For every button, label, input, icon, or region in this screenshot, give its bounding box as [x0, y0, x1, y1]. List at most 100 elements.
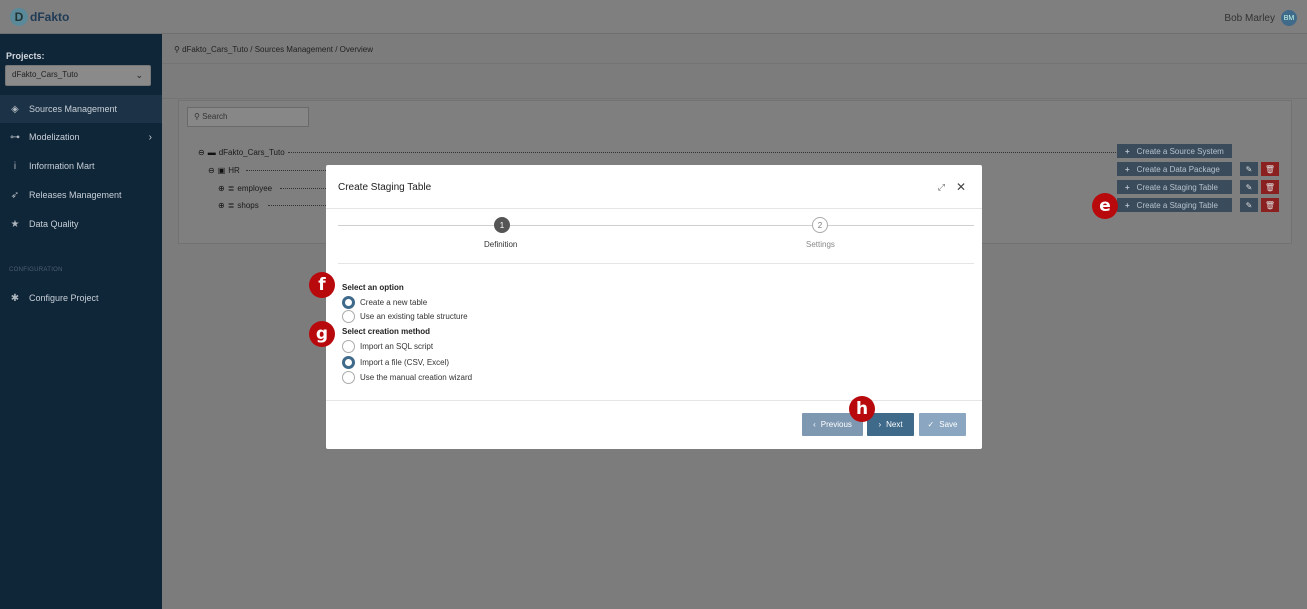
option-create-new-table[interactable]: Create a new table — [342, 296, 427, 309]
tree-node-package[interactable]: ⊖ ▣ HR — [208, 163, 240, 177]
divider — [326, 400, 982, 401]
top-bar: D dFakto Bob Marley BM — [0, 0, 1307, 34]
logo-mark-icon: D — [10, 8, 28, 26]
chevron-left-icon: ‹ — [813, 420, 816, 429]
tree-dotted-line — [280, 188, 326, 189]
button-label: Create a Staging Table — [1136, 182, 1218, 192]
radio-button[interactable] — [342, 371, 355, 384]
delete-button[interactable]: 🗑 — [1261, 162, 1279, 176]
search-icon: ⚲ — [194, 112, 200, 121]
radio-button-checked[interactable] — [342, 356, 355, 369]
radio-label: Create a new table — [360, 298, 428, 307]
sidebar-item-label: Modelization — [29, 132, 80, 142]
tree-dotted-line — [268, 205, 326, 206]
button-label: Previous — [820, 420, 852, 429]
step-1-indicator[interactable]: 1 — [494, 217, 510, 233]
chevron-right-icon: › — [878, 420, 882, 429]
tree-dotted-line — [288, 152, 1116, 153]
tree-node-label: dFakto_Cars_Tuto — [218, 147, 285, 157]
database-icon: ≣ — [227, 200, 235, 210]
sidebar-item-modelization[interactable]: ⊶ Modelization › — [0, 123, 162, 151]
tree-node-table[interactable]: ⊕ ≣ shops — [218, 198, 259, 212]
sidebar-item-configure-project[interactable]: ✱ Configure Project — [0, 284, 162, 312]
chevron-down-icon: ⌄ — [135, 70, 143, 80]
user-menu[interactable]: Bob Marley BM — [1224, 10, 1297, 26]
next-button[interactable]: › Next — [867, 413, 914, 436]
tree-node-label: shops — [237, 200, 259, 210]
info-icon: i — [13, 160, 17, 172]
plus-icon: + — [1125, 146, 1130, 156]
breadcrumb: ⚲ dFakto_Cars_Tuto / Sources Management … — [174, 45, 373, 54]
tree-node-label: employee — [237, 183, 273, 193]
chevron-right-icon: › — [148, 131, 152, 143]
method-import-sql[interactable]: Import an SQL script — [342, 340, 433, 353]
edit-icon: ✎ — [1245, 200, 1253, 210]
create-staging-table-button[interactable]: + Create a Staging Table — [1117, 180, 1232, 194]
save-button[interactable]: ✓ Save — [919, 413, 966, 436]
edit-icon: ✎ — [1245, 164, 1253, 174]
edit-button[interactable]: ✎ — [1240, 180, 1258, 194]
divider — [326, 208, 982, 209]
logo-text: dFakto — [30, 10, 70, 24]
folder-icon: ▬ — [207, 147, 216, 157]
step-1-label: Definition — [484, 240, 518, 249]
expand-icon[interactable]: ⊕ — [218, 201, 225, 210]
close-icon[interactable]: ✕ — [956, 180, 966, 194]
rocket-icon: ➶ — [10, 189, 20, 201]
sidebar-item-label: Sources Management — [29, 104, 118, 114]
sidebar-item-information-mart[interactable]: i Information Mart — [0, 152, 162, 180]
package-icon: ▣ — [217, 165, 226, 175]
sidebar-item-label: Data Quality — [29, 219, 79, 229]
sidebar-item-label: Configure Project — [29, 293, 99, 303]
radio-button[interactable] — [342, 340, 355, 353]
creation-method-title: Select creation method — [342, 327, 431, 336]
trash-icon: 🗑 — [1264, 164, 1276, 174]
breadcrumb-text[interactable]: dFakto_Cars_Tuto / Sources Management / … — [182, 45, 373, 54]
plus-icon: + — [1125, 182, 1130, 192]
project-select[interactable]: dFakto_Cars_Tuto ⌄ — [5, 65, 151, 86]
trash-icon: 🗑 — [1264, 182, 1276, 192]
search-input[interactable]: ⚲ Search — [187, 107, 309, 127]
callout-marker-f: f — [309, 272, 335, 298]
step-2-indicator[interactable]: 2 — [812, 217, 828, 233]
expand-icon[interactable]: ⊕ — [218, 184, 225, 193]
check-icon: ✓ — [927, 420, 935, 429]
expand-icon[interactable]: ⤢ — [938, 182, 945, 193]
edit-button[interactable]: ✎ — [1240, 198, 1258, 212]
database-icon: ≣ — [227, 183, 235, 193]
radio-button[interactable] — [342, 310, 355, 323]
button-label: Next — [886, 420, 903, 429]
sidebar-item-sources-management[interactable]: ◈ Sources Management — [0, 95, 162, 123]
projects-label: Projects: — [6, 51, 45, 61]
method-manual-wizard[interactable]: Use the manual creation wizard — [342, 371, 472, 384]
project-select-value: dFakto_Cars_Tuto — [12, 70, 78, 79]
button-label: Save — [939, 420, 958, 429]
create-source-system-button[interactable]: + Create a Source System — [1117, 144, 1232, 158]
delete-button[interactable]: 🗑 — [1261, 198, 1279, 212]
method-import-file[interactable]: Import a file (CSV, Excel) — [342, 356, 449, 369]
create-staging-table-button[interactable]: + Create a Staging Table — [1117, 198, 1232, 212]
create-data-package-button[interactable]: + Create a Data Package — [1117, 162, 1232, 176]
edit-icon: ✎ — [1245, 182, 1253, 192]
collapse-icon[interactable]: ⊖ — [198, 148, 205, 157]
callout-marker-h: h — [849, 396, 875, 422]
dfakto-logo[interactable]: D dFakto — [10, 8, 69, 26]
collapse-icon[interactable]: ⊖ — [208, 166, 215, 175]
radio-label: Import an SQL script — [360, 342, 434, 351]
button-label: Create a Source System — [1136, 146, 1224, 156]
sidebar-item-data-quality[interactable]: ★ Data Quality — [0, 210, 162, 238]
tree-node-root[interactable]: ⊖ ▬ dFakto_Cars_Tuto — [198, 145, 285, 159]
trash-icon: 🗑 — [1264, 200, 1276, 210]
radio-button-checked[interactable] — [342, 296, 355, 309]
tree-dotted-line — [246, 170, 326, 171]
star-icon: ★ — [10, 218, 20, 230]
delete-button[interactable]: 🗑 — [1261, 180, 1279, 194]
step-2-label: Settings — [806, 240, 835, 249]
edit-button[interactable]: ✎ — [1240, 162, 1258, 176]
option-use-existing-structure[interactable]: Use an existing table structure — [342, 310, 468, 323]
user-name: Bob Marley — [1224, 12, 1275, 24]
avatar[interactable]: BM — [1281, 10, 1297, 26]
sub-header — [162, 64, 1307, 99]
sidebar-item-releases-management[interactable]: ➶ Releases Management — [0, 181, 162, 209]
tree-node-table[interactable]: ⊕ ≣ employee — [218, 181, 272, 195]
